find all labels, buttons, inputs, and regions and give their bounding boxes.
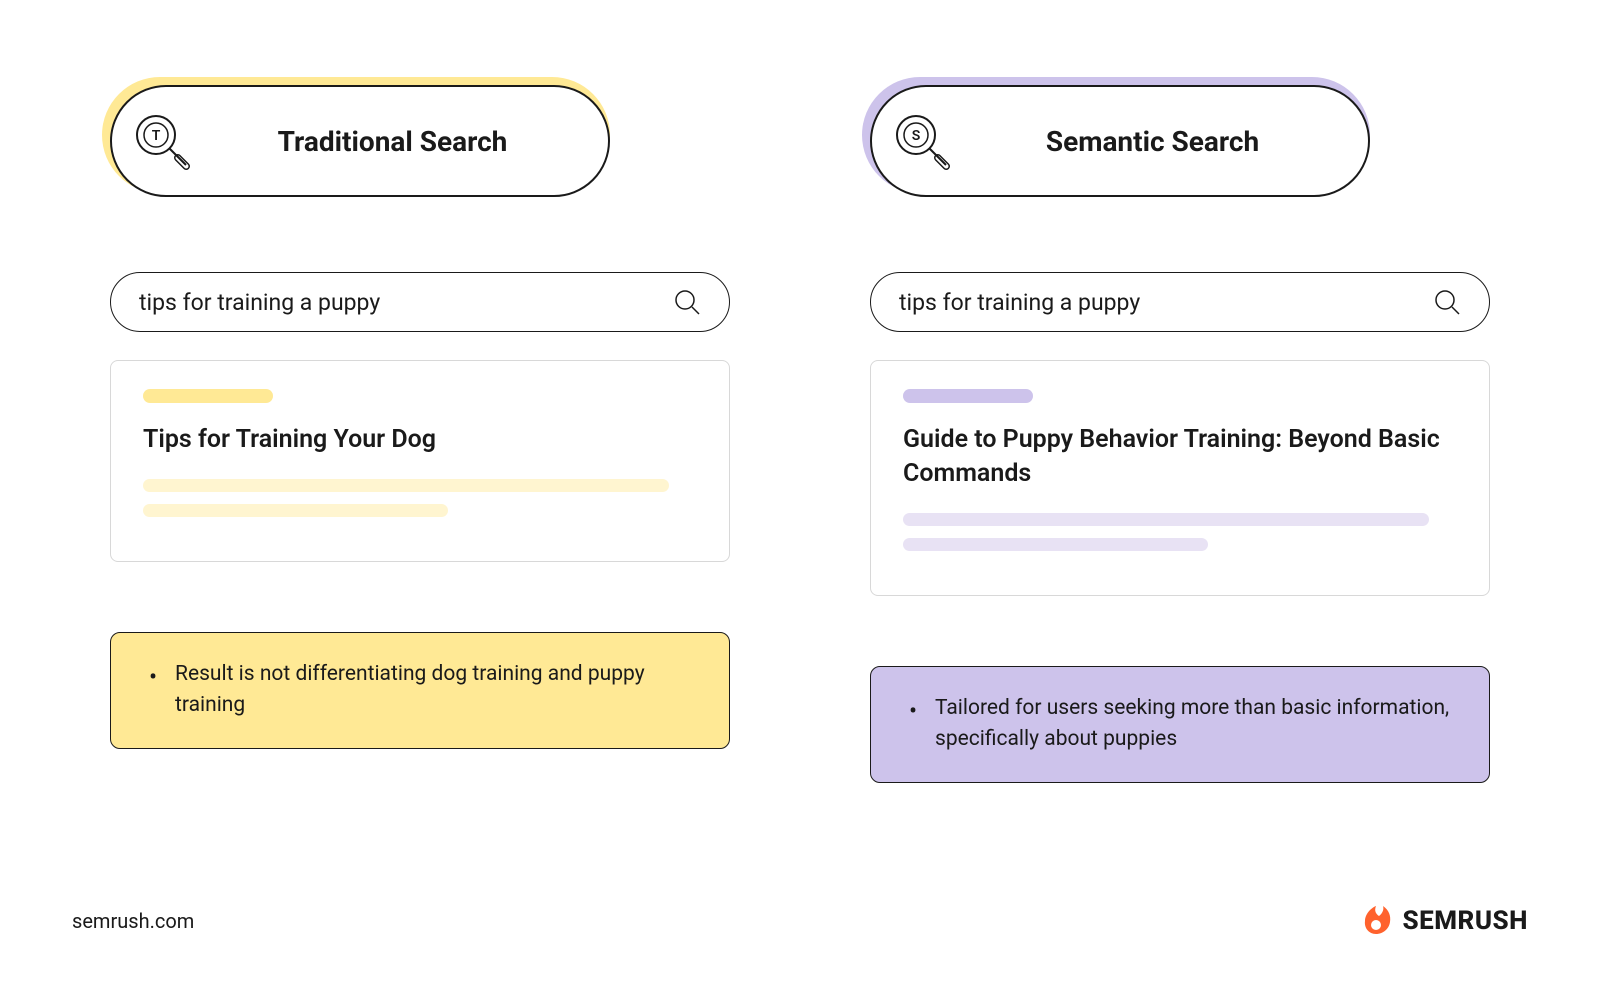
semrush-brand-text: SEMRUSH bbox=[1403, 906, 1528, 936]
svg-text:T: T bbox=[152, 128, 161, 144]
search-icon bbox=[1433, 288, 1461, 316]
traditional-callout: Result is not differentiating dog traini… bbox=[110, 632, 730, 749]
search-icon: T bbox=[132, 111, 192, 171]
semantic-title: Semantic Search bbox=[977, 125, 1368, 158]
footer-url: semrush.com bbox=[72, 909, 194, 933]
result-desc-placeholder bbox=[143, 479, 669, 492]
svg-text:S: S bbox=[912, 128, 921, 144]
result-url-placeholder bbox=[143, 389, 273, 403]
callout-text: Tailored for users seeking more than bas… bbox=[907, 693, 1459, 756]
result-desc-placeholder bbox=[143, 504, 448, 517]
semrush-flame-icon bbox=[1357, 902, 1395, 940]
result-title: Tips for Training Your Dog bbox=[143, 423, 697, 457]
result-url-placeholder bbox=[903, 389, 1033, 403]
traditional-column: T Traditional Search tips for training a… bbox=[110, 85, 730, 783]
semantic-search-bar: tips for training a puppy bbox=[870, 272, 1490, 332]
traditional-title: Traditional Search bbox=[217, 125, 608, 158]
comparison-columns: T Traditional Search tips for training a… bbox=[110, 85, 1490, 783]
semantic-result-card: Guide to Puppy Behavior Training: Beyond… bbox=[870, 360, 1490, 596]
search-icon: S bbox=[892, 111, 952, 171]
traditional-result-card: Tips for Training Your Dog bbox=[110, 360, 730, 562]
result-title: Guide to Puppy Behavior Training: Beyond… bbox=[903, 423, 1457, 491]
search-query-text: tips for training a puppy bbox=[899, 289, 1140, 316]
semantic-column: S Semantic Search tips for training a pu… bbox=[870, 85, 1490, 783]
result-desc-placeholder bbox=[903, 513, 1429, 526]
callout-text: Result is not differentiating dog traini… bbox=[147, 659, 699, 722]
semantic-callout: Tailored for users seeking more than bas… bbox=[870, 666, 1490, 783]
footer: semrush.com SEMRUSH bbox=[72, 902, 1528, 940]
traditional-header: T Traditional Search bbox=[110, 85, 610, 197]
search-query-text: tips for training a puppy bbox=[139, 289, 380, 316]
semantic-header: S Semantic Search bbox=[870, 85, 1370, 197]
search-icon bbox=[673, 288, 701, 316]
semrush-logo: SEMRUSH bbox=[1357, 902, 1528, 940]
traditional-search-bar: tips for training a puppy bbox=[110, 272, 730, 332]
result-desc-placeholder bbox=[903, 538, 1208, 551]
